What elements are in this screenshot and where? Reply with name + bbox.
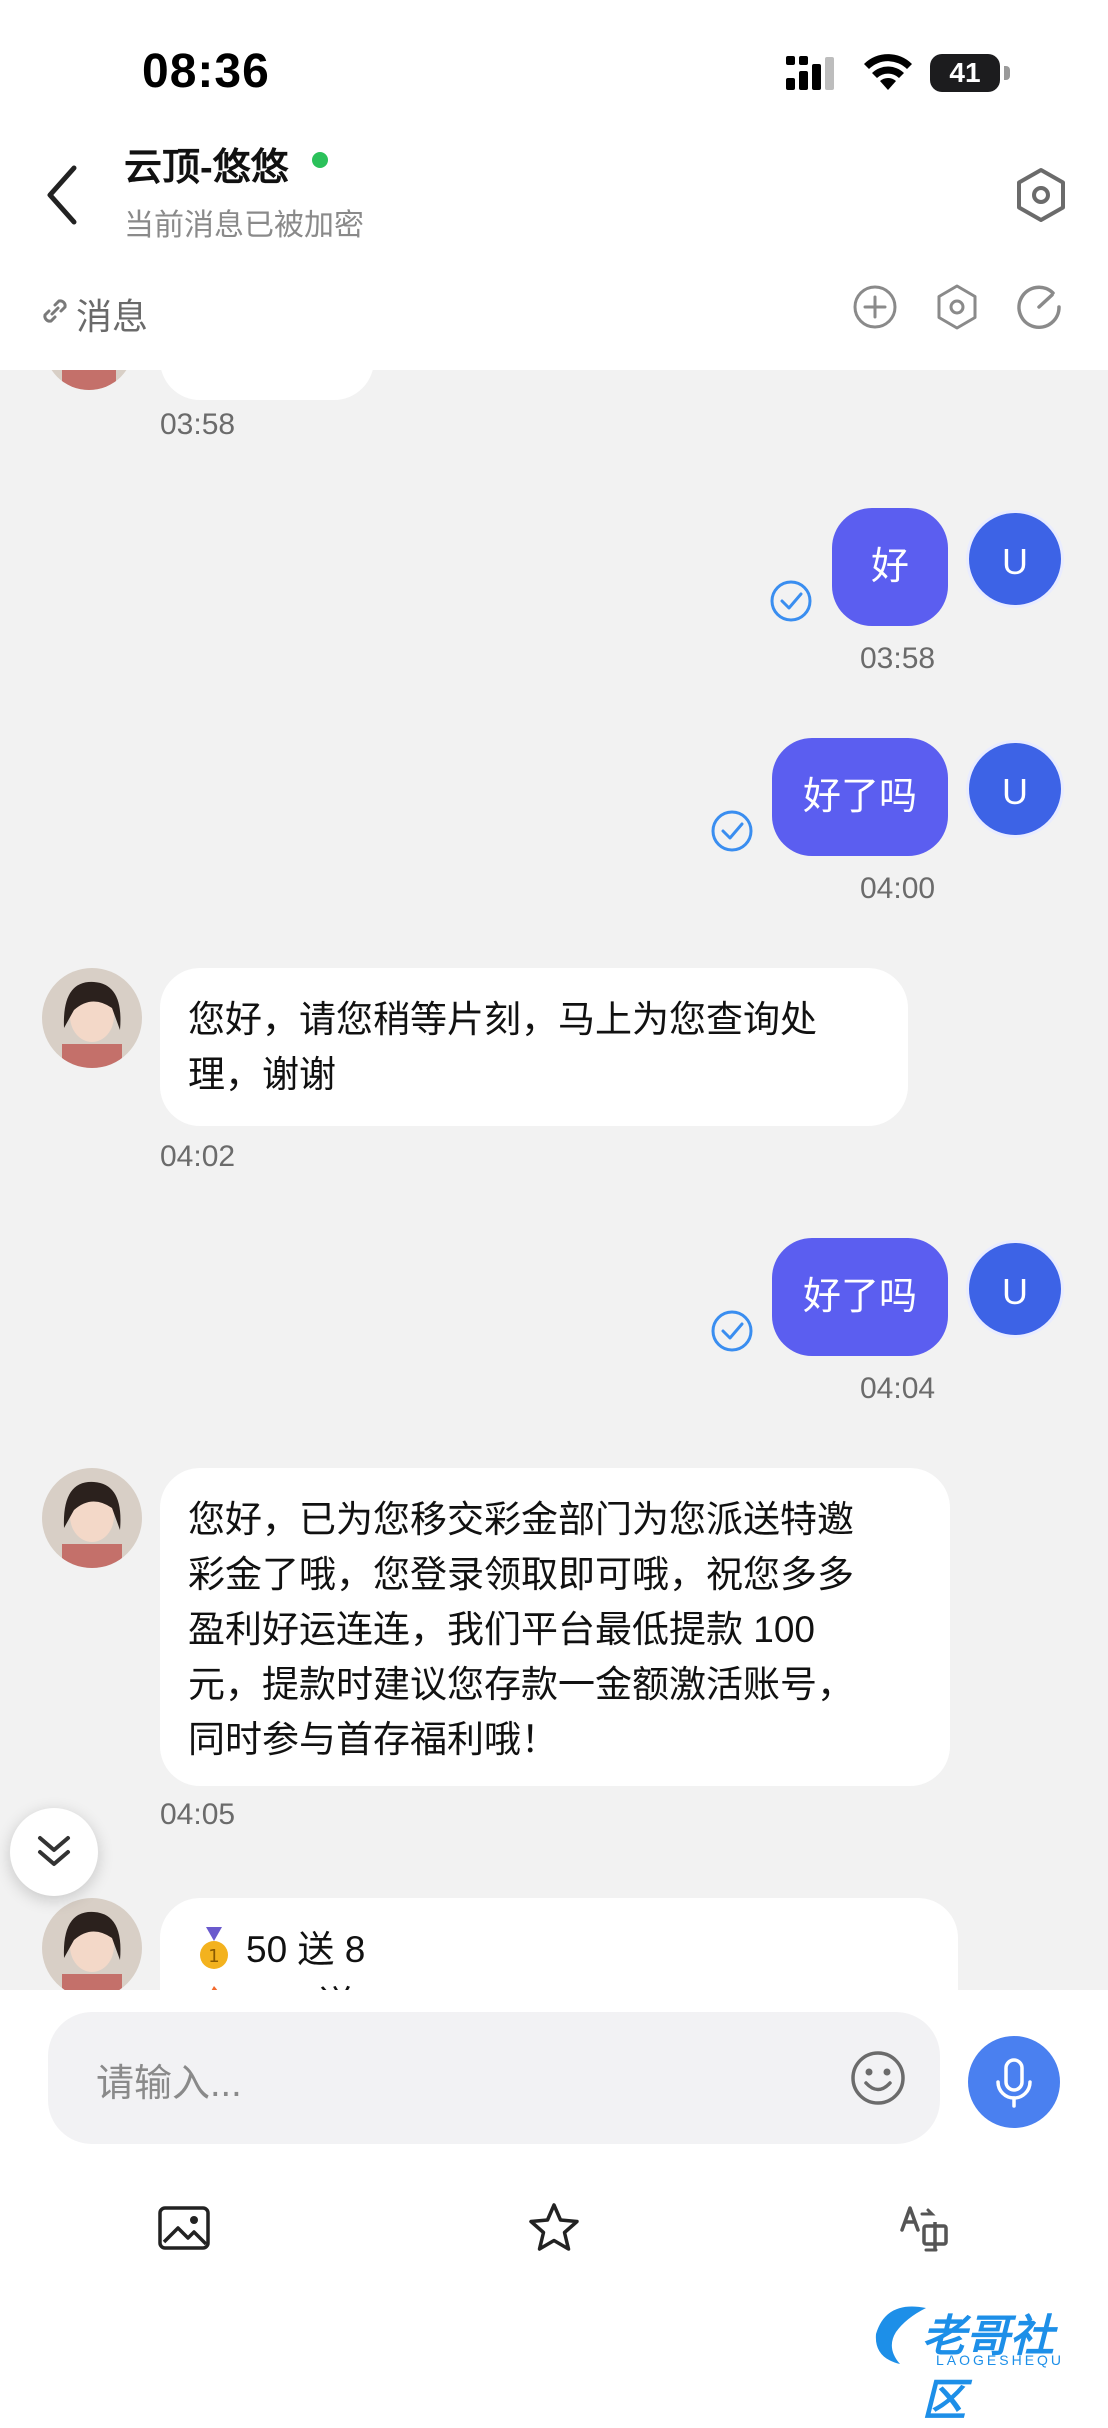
back-arrow-icon[interactable] bbox=[40, 160, 86, 230]
message-bubble-incoming[interactable]: 您好，已为您移交彩金部门为您派送特邀 彩金了哦，您登录领取即可哦，祝您多多 盈利… bbox=[160, 1468, 950, 1786]
composer: 请输入... 老哥社区 LAOGESHEQU bbox=[0, 1990, 1108, 2425]
agent-avatar-icon bbox=[42, 968, 142, 1068]
translate-icon[interactable] bbox=[896, 2200, 952, 2256]
message-bubble-outgoing[interactable]: 好 bbox=[832, 508, 948, 626]
medal-icon: 1 bbox=[200, 1926, 228, 1969]
status-time: 08:36 bbox=[142, 45, 270, 98]
chat-title: 云顶-悠悠 bbox=[124, 147, 289, 189]
message-line: 同时参与首存福利哦！ bbox=[188, 1719, 558, 1760]
message-time: 03:58 bbox=[160, 408, 236, 441]
message-bubble-outgoing[interactable]: 好了吗 bbox=[772, 1238, 948, 1356]
watermark-logo: 老哥社区 LAOGESHEQU bbox=[866, 2290, 1096, 2425]
fire-icon bbox=[211, 1985, 218, 1990]
agent-avatar-icon bbox=[42, 1468, 142, 1568]
input-placeholder: 请输入... bbox=[96, 2063, 242, 2105]
wifi-icon bbox=[864, 54, 912, 90]
microphone-icon bbox=[996, 2058, 1032, 2108]
battery-level: 41 bbox=[949, 57, 981, 88]
read-check-icon bbox=[711, 1310, 753, 1352]
agent-avatar[interactable] bbox=[42, 1898, 142, 1990]
chat-toolbar: 消息 bbox=[0, 270, 1108, 370]
message-input[interactable]: 请输入... bbox=[48, 2012, 940, 2144]
image-icon[interactable] bbox=[156, 2200, 212, 2256]
message-line: 元，提款时建议您存款一金额激活账号， bbox=[188, 1664, 854, 1705]
battery-icon: 41 bbox=[930, 54, 1000, 92]
double-chevron-down-icon bbox=[38, 1836, 70, 1866]
link-icon bbox=[43, 299, 67, 323]
message-line: 盈利好运连连，我们平台最低提款 100 bbox=[188, 1609, 816, 1650]
message-line: 理，谢谢 bbox=[188, 1054, 336, 1095]
battery-cap bbox=[1004, 66, 1010, 80]
voice-input-button[interactable] bbox=[968, 2036, 1060, 2128]
agent-avatar[interactable] bbox=[42, 968, 142, 1068]
promo-text: 50 送 8 bbox=[246, 1929, 366, 1970]
message-time: 03:58 bbox=[860, 642, 936, 675]
add-circle-icon[interactable] bbox=[850, 282, 900, 332]
message-line: 您好，请您稍等片刻，马上为您查询处 bbox=[188, 999, 817, 1040]
user-avatar[interactable]: U bbox=[966, 510, 1064, 608]
message-list[interactable]: 03:58 好 U 03:58 好了吗 U 04:00 您好，请您稍等片刻，马上… bbox=[0, 370, 1108, 1990]
message-line: 您好，已为您移交彩金部门为您派送特邀 bbox=[188, 1499, 854, 1540]
encryption-notice: 当前消息已被加密 bbox=[124, 209, 364, 242]
scroll-to-bottom-button[interactable] bbox=[10, 1808, 98, 1896]
status-bar: 08:36 41 bbox=[0, 0, 1108, 130]
message-bubble-outgoing[interactable]: 好了吗 bbox=[772, 738, 948, 856]
message-bubble-incoming[interactable]: 1 50 送 8 100 送 18 bbox=[160, 1898, 958, 1990]
message-time: 04:04 bbox=[860, 1372, 936, 1405]
user-avatar[interactable]: U bbox=[966, 1240, 1064, 1338]
cellular-signal-icon bbox=[786, 56, 834, 90]
settings-hexagon-icon[interactable] bbox=[1012, 166, 1070, 224]
agent-avatar[interactable] bbox=[44, 370, 134, 390]
hexagon-settings-icon[interactable] bbox=[932, 282, 982, 332]
messages-label[interactable]: 消息 bbox=[76, 288, 148, 340]
agent-avatar-icon bbox=[42, 1898, 142, 1990]
message-time: 04:00 bbox=[860, 872, 936, 905]
online-status-dot bbox=[312, 152, 328, 168]
star-icon[interactable] bbox=[526, 2200, 582, 2256]
promo-text: 100 送 18 bbox=[246, 1977, 406, 1990]
svg-text:1: 1 bbox=[208, 1946, 219, 1967]
promo-line: 100 送 18 bbox=[194, 1977, 930, 1990]
gauge-icon[interactable] bbox=[1014, 282, 1064, 332]
message-bubble-partial[interactable] bbox=[160, 370, 374, 400]
read-check-icon bbox=[711, 810, 753, 852]
chat-header: 云顶-悠悠 当前消息已被加密 bbox=[0, 130, 1108, 260]
watermark-subtext: LAOGESHEQU bbox=[936, 2352, 1065, 2368]
agent-avatar[interactable] bbox=[42, 1468, 142, 1568]
agent-avatar-icon bbox=[44, 370, 134, 390]
message-time: 04:05 bbox=[160, 1798, 236, 1831]
promo-line: 1 50 送 8 bbox=[194, 1922, 930, 1977]
message-bubble-incoming[interactable]: 您好，请您稍等片刻，马上为您查询处 理，谢谢 bbox=[160, 968, 908, 1126]
message-time: 04:02 bbox=[160, 1140, 236, 1173]
read-check-icon bbox=[770, 580, 812, 622]
emoji-icon[interactable] bbox=[848, 2048, 908, 2108]
message-line: 彩金了哦，您登录领取即可哦，祝您多多 bbox=[188, 1554, 854, 1595]
user-avatar[interactable]: U bbox=[966, 740, 1064, 838]
